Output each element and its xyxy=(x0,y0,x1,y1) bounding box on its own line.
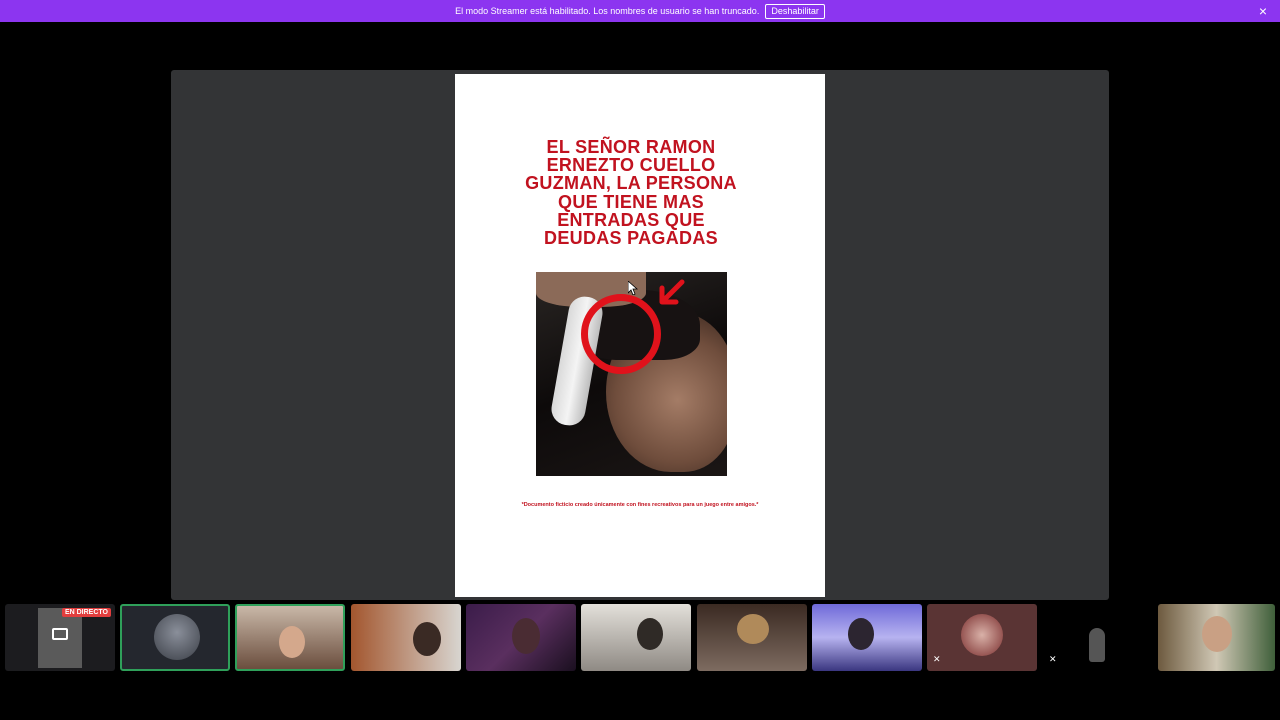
participant-tile[interactable] xyxy=(581,604,691,671)
avatar xyxy=(154,614,200,660)
avatar xyxy=(1202,616,1232,652)
participant-tile[interactable] xyxy=(120,604,230,671)
streamer-mode-banner: El modo Streamer está habilitado. Los no… xyxy=(0,0,1280,22)
participant-tile[interactable] xyxy=(466,604,576,671)
participant-tile[interactable]: ✕ xyxy=(1043,604,1153,671)
avatar xyxy=(737,614,769,644)
participant-tile[interactable] xyxy=(697,604,807,671)
participant-tile[interactable]: ✕ xyxy=(927,604,1037,671)
title-line: ERNEZTO CUELLO xyxy=(546,155,716,176)
document-photo xyxy=(536,272,727,476)
avatar xyxy=(279,626,305,658)
participant-tile[interactable] xyxy=(812,604,922,671)
mouse-cursor-icon xyxy=(628,281,638,295)
avatar xyxy=(961,614,1003,656)
highlight-circle xyxy=(581,294,661,374)
document-title: EL SEÑOR RAMON ERNEZTO CUELLO GUZMAN, LA… xyxy=(495,138,767,247)
mic-muted-icon: ✕ xyxy=(1049,654,1057,664)
monitor-icon xyxy=(52,628,68,640)
avatar xyxy=(637,618,663,650)
participant-tile-screenshare[interactable]: EN DIRECTO xyxy=(5,604,115,671)
title-line: DEUDAS PAGADAS xyxy=(544,228,718,249)
participant-tile[interactable] xyxy=(1158,604,1275,671)
silhouette xyxy=(1089,628,1105,662)
title-line: EL SEÑOR RAMON xyxy=(546,137,716,157)
title-line: GUZMAN, LA PERSONA xyxy=(525,173,737,194)
avatar xyxy=(848,618,874,650)
live-badge: EN DIRECTO xyxy=(61,608,111,617)
close-icon[interactable]: × xyxy=(1256,4,1270,18)
mic-muted-icon: ✕ xyxy=(933,654,941,664)
title-line: QUE TIENE MAS xyxy=(558,191,704,212)
participant-tile[interactable] xyxy=(351,604,461,671)
banner-message: El modo Streamer está habilitado. Los no… xyxy=(455,6,760,16)
disable-streamer-mode-button[interactable]: Deshabilitar xyxy=(765,3,825,19)
participant-strip: EN DIRECTO ✕ ✕ xyxy=(0,604,1280,672)
document-disclaimer: *Documento ficticio creado únicamente co… xyxy=(521,502,759,508)
shared-document: EL SEÑOR RAMON ERNEZTO CUELLO GUZMAN, LA… xyxy=(455,74,825,597)
avatar xyxy=(413,622,441,656)
title-line: ENTRADAS QUE xyxy=(557,209,705,230)
participant-tile[interactable] xyxy=(235,604,345,671)
avatar xyxy=(512,618,540,654)
arrow-icon xyxy=(659,279,685,305)
